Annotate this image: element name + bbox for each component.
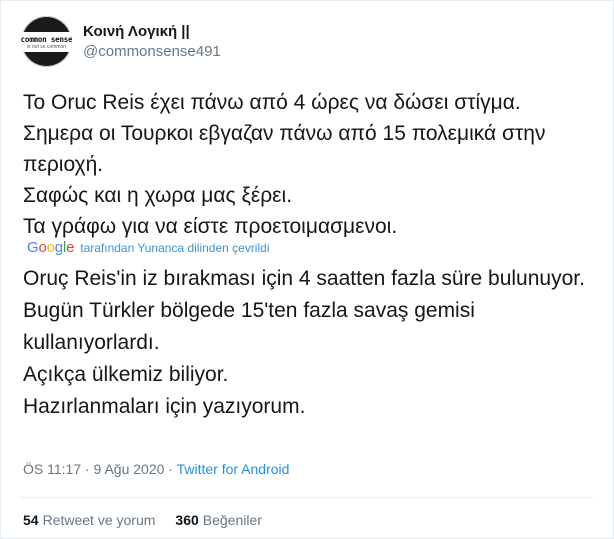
translation-attribution: Google tarafından Yunanca dilinden çevri…	[27, 239, 269, 256]
tweet-meta: ÖS 11:17 · 9 Ağu 2020 · Twitter for Andr…	[23, 461, 289, 477]
tweet-timestamp[interactable]: ÖS 11:17 · 9 Ağu 2020 ·	[23, 461, 177, 477]
avatar[interactable]: common sense is not so common	[21, 16, 72, 67]
likes-label: Beğeniler	[202, 512, 262, 528]
avatar-logo-text: common sense	[21, 34, 72, 44]
divider	[21, 497, 593, 498]
user-names: Κοινή Λογική || @commonsense491	[83, 22, 221, 61]
user-handle[interactable]: @commonsense491	[83, 42, 221, 61]
tweet-card: common sense is not so common Κοινή Λογι…	[0, 0, 614, 539]
retweets-count: 54	[23, 512, 39, 528]
retweets-stat[interactable]: 54 Retweet ve yorum	[23, 512, 155, 528]
likes-count: 360	[175, 512, 199, 528]
retweets-label: Retweet ve yorum	[42, 512, 156, 528]
tweet-header: common sense is not so common Κοινή Λογι…	[21, 16, 221, 67]
avatar-logo-subtext: is not so common	[26, 43, 67, 50]
tweet-stats: 54 Retweet ve yorum 360 Beğeniler	[23, 512, 282, 528]
display-name[interactable]: Κοινή Λογική ||	[83, 22, 221, 42]
tweet-text: Το Oruc Reis έχει πάνω από 4 ώρες να δώσ…	[23, 91, 546, 238]
tweet-source-link[interactable]: Twitter for Android	[177, 461, 290, 477]
translation-label[interactable]: tarafından Yunanca dilinden çevrildi	[80, 241, 269, 255]
translated-text: Oruç Reis'in iz bırakması için 4 saatten…	[23, 267, 585, 418]
avatar-logo: common sense is not so common	[21, 32, 72, 52]
likes-stat[interactable]: 360 Beğeniler	[175, 512, 262, 528]
google-logo: Google	[27, 239, 75, 256]
